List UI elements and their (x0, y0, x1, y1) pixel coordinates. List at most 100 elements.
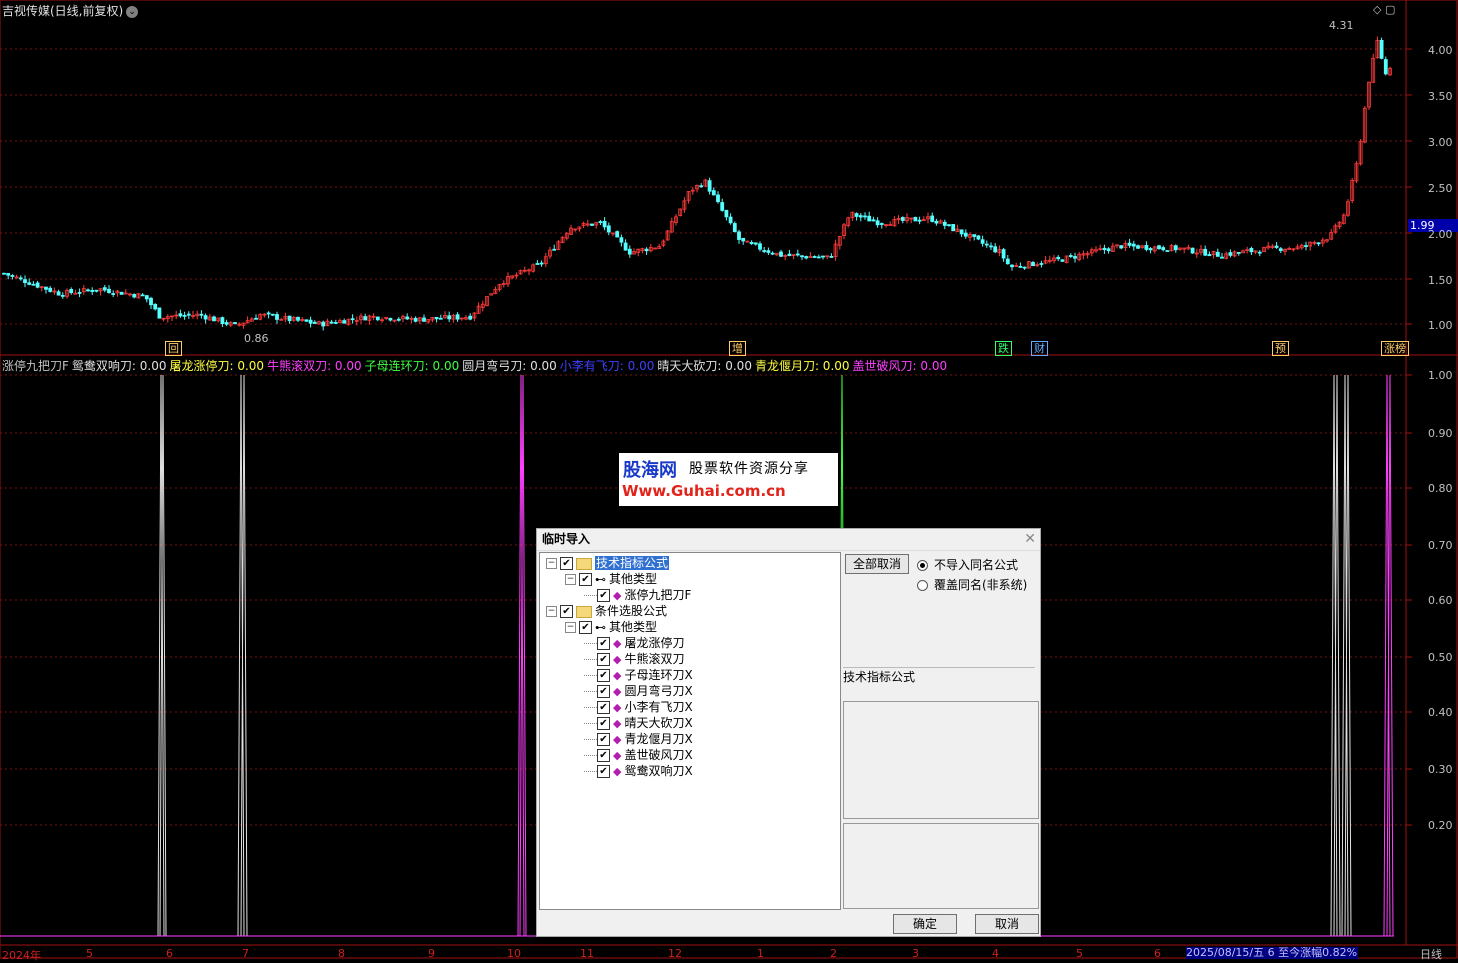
formula-tree[interactable]: − ✔ 技术指标公式 − ✔ ⊷ 其他类型 ✔ ◆ 涨停九把刀F − ✔ 条件选股公式 − ✔ ⊷ 其他类型 ✔ ◆… (539, 552, 841, 910)
candle-body (270, 313, 275, 316)
tree-node[interactable]: ✔ ◆ 圆月弯弓刀X (584, 683, 693, 699)
timeline-label: 10 (507, 947, 521, 960)
tree-node-label: 技术指标公式 (595, 556, 670, 570)
tree-node[interactable]: ✔ ◆ 盖世破风刀X (584, 747, 693, 763)
collapse-icon[interactable]: − (565, 622, 576, 633)
formula-icon: ◆ (613, 652, 622, 666)
candle-body (720, 202, 725, 211)
cancel-all-button[interactable]: 全部取消 (845, 554, 909, 574)
candle-body (749, 242, 754, 244)
close-icon[interactable]: ✕ (1024, 531, 1036, 547)
candle-body (724, 209, 729, 218)
checkbox-checked-icon[interactable]: ✔ (579, 573, 592, 586)
candle-body (821, 255, 825, 258)
checkbox-checked-icon[interactable]: ✔ (579, 621, 592, 634)
checkbox-checked-icon[interactable]: ✔ (560, 557, 573, 570)
checkbox-checked-icon[interactable]: ✔ (597, 733, 610, 746)
checkbox-checked-icon[interactable]: ✔ (597, 669, 610, 682)
timeline-label: 1 (757, 947, 764, 960)
checkbox-checked-icon[interactable]: ✔ (597, 637, 610, 650)
checkbox-checked-icon[interactable]: ✔ (597, 685, 610, 698)
candle-body (363, 316, 368, 321)
indicator-title[interactable]: 涨停九把刀F 鸳鸯双响刀: 0.00 屠龙涨停刀: 0.00 牛熊滚双刀: 0.00 子… (2, 357, 953, 374)
candle-body (644, 248, 649, 252)
cancel-button[interactable]: 取消 (975, 914, 1039, 934)
checkbox-checked-icon[interactable]: ✔ (597, 653, 610, 666)
tree-node[interactable]: − ✔ 条件选股公式 (546, 603, 667, 619)
candle-body (623, 242, 628, 251)
tree-node[interactable]: ✔ ◆ 鸳鸯双响刀X (584, 763, 693, 779)
tree-node[interactable]: ✔ ◆ 小李有飞刀X (584, 699, 693, 715)
candle-body (1161, 247, 1166, 251)
tree-line-icon (584, 659, 597, 660)
candle-body (308, 319, 313, 324)
formula-description-box[interactable] (843, 701, 1039, 819)
tree-line-icon (584, 643, 597, 644)
candle-body (863, 215, 867, 218)
tree-node[interactable]: − ✔ 技术指标公式 (546, 555, 670, 571)
tree-node-label: 鸳鸯双响刀X (624, 764, 693, 778)
title-dropdown-icon[interactable]: ⌄ (126, 5, 139, 18)
candle-body (111, 293, 116, 295)
tree-node[interactable]: ✔ ◆ 晴天大砍刀X (584, 715, 693, 731)
candle-body (94, 289, 99, 292)
candle-body (1005, 258, 1010, 265)
folder-icon (576, 605, 592, 618)
tree-node[interactable]: − ✔ ⊷ 其他类型 (565, 571, 657, 587)
collapse-icon[interactable]: − (546, 606, 557, 617)
tree-node[interactable]: ✔ ◆ 牛熊滚双刀 (584, 651, 684, 667)
candle-body (447, 315, 452, 320)
checkbox-checked-icon[interactable]: ✔ (560, 605, 573, 618)
checkbox-checked-icon[interactable]: ✔ (597, 765, 610, 778)
price-axis-label: 3.50 (1428, 90, 1453, 103)
checkbox-checked-icon[interactable]: ✔ (597, 701, 610, 714)
ok-button[interactable]: 确定 (893, 914, 957, 934)
event-tag[interactable]: 回 (165, 341, 182, 356)
tree-node-label: 青龙偃月刀X (624, 732, 693, 746)
candle-body (413, 317, 418, 322)
checkbox-checked-icon[interactable]: ✔ (597, 717, 610, 730)
tree-node-label: 晴天大砍刀X (624, 716, 693, 730)
period-label[interactable]: 日线 (1420, 946, 1442, 962)
checkbox-checked-icon[interactable]: ✔ (597, 749, 610, 762)
tree-node[interactable]: ✔ ◆ 屠龙涨停刀 (584, 635, 684, 651)
candle-body (963, 232, 968, 237)
tree-line-icon (584, 723, 597, 724)
candle-body (178, 313, 183, 317)
event-tag[interactable]: 财 (1031, 341, 1048, 356)
price-axis-label: 4.00 (1428, 44, 1453, 57)
import-dialog[interactable]: 临时导入 ✕ − ✔ 技术指标公式 − ✔ ⊷ 其他类型 ✔ ◆ 涨停九把刀F − ✔ 条件选股公式 − ✔… (536, 528, 1041, 937)
tree-node[interactable]: − ✔ ⊷ 其他类型 (565, 619, 657, 635)
candle-body (6, 273, 11, 276)
event-tag[interactable]: 增 (729, 341, 746, 356)
tree-node[interactable]: ✔ ◆ 青龙偃月刀X (584, 731, 693, 747)
formula-panel-label: 技术指标公式 (843, 667, 1035, 698)
candle-body (90, 290, 95, 292)
checkbox-checked-icon[interactable]: ✔ (597, 589, 610, 602)
candle-body (951, 224, 956, 232)
radio-unselected-icon[interactable] (917, 580, 928, 591)
event-tag[interactable]: 跌 (995, 341, 1012, 356)
collapse-icon[interactable]: − (565, 574, 576, 585)
tree-node[interactable]: ✔ ◆ 涨停九把刀F (584, 587, 691, 603)
formula-icon: ◆ (613, 716, 622, 730)
candle-body (606, 225, 611, 233)
candle-body (321, 321, 326, 327)
window-icons[interactable]: ◇ ▢ (1373, 3, 1395, 16)
event-tag[interactable]: 预 (1272, 341, 1289, 356)
candle-body (1068, 255, 1073, 257)
candle-body (266, 312, 271, 315)
indicator-axis-label: 0.30 (1428, 763, 1453, 776)
collapse-icon[interactable]: − (546, 558, 557, 569)
radio-overwrite[interactable]: 覆盖同名(非系统) (917, 576, 1027, 593)
event-tag[interactable]: 涨榜 (1381, 341, 1409, 356)
price-axis-label: 1.00 (1428, 319, 1453, 332)
radio-selected-icon[interactable] (917, 560, 928, 571)
radio-no-import[interactable]: 不导入同名公式 (917, 556, 1018, 573)
candle-body (711, 190, 716, 196)
tree-node[interactable]: ✔ ◆ 子母连环刀X (584, 667, 693, 683)
formula-detail-box[interactable] (843, 823, 1039, 909)
candle-body (984, 243, 989, 246)
timeline-label: 5 (86, 947, 93, 960)
tree-node-label: 盖世破风刀X (624, 748, 693, 762)
